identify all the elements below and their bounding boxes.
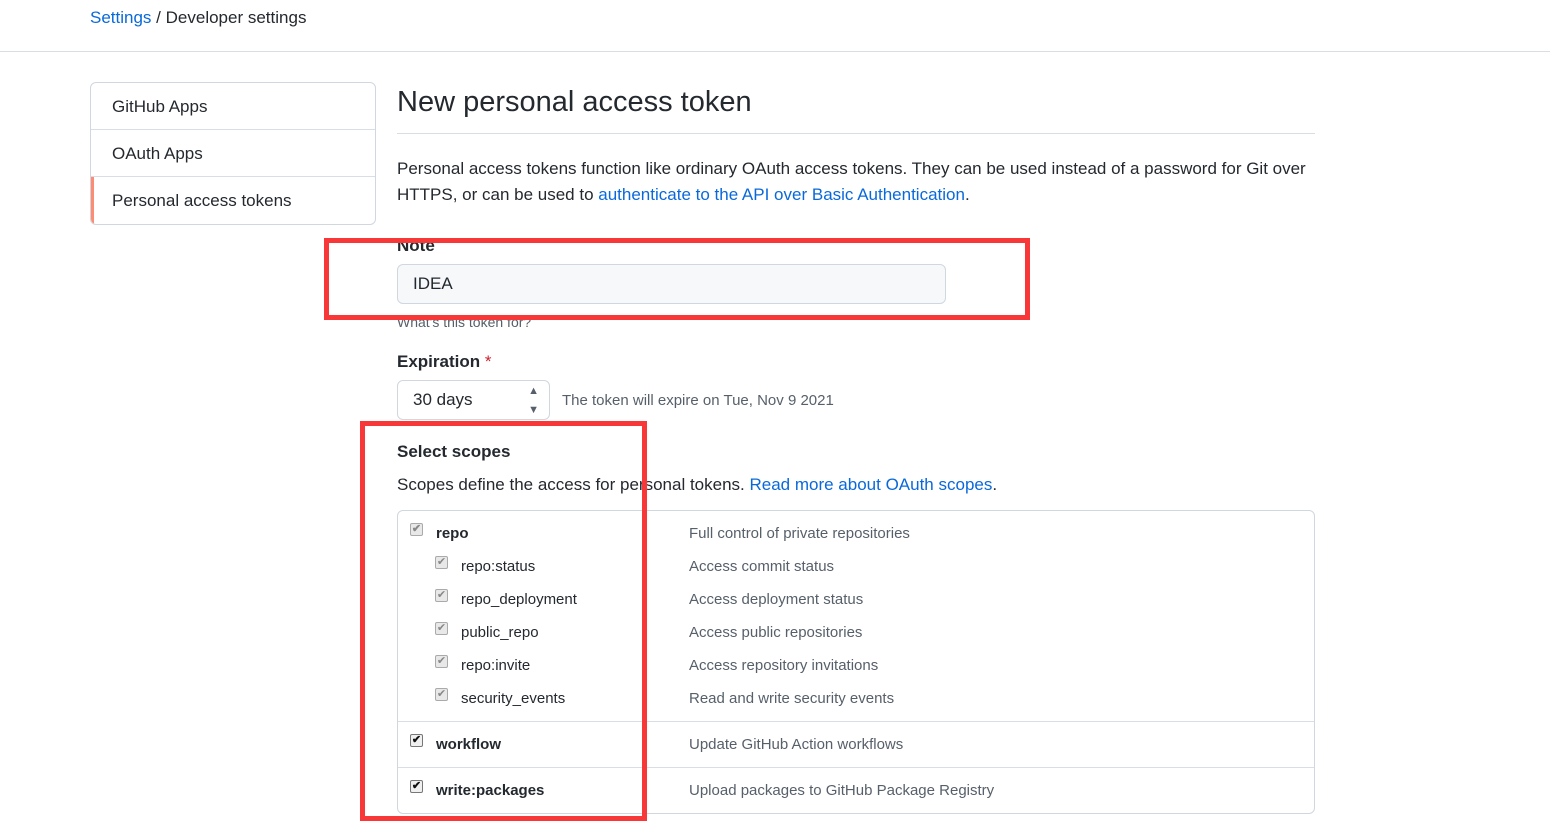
scope-desc: Access public repositories [689, 624, 863, 641]
page-title: New personal access token [397, 86, 1315, 134]
sidebar-item-oauth-apps[interactable]: OAuth Apps [91, 130, 375, 177]
breadcrumb-separator: / [156, 8, 161, 27]
scope-desc: Access deployment status [689, 591, 864, 608]
scope-desc: Upload packages to GitHub Package Regist… [689, 782, 995, 799]
sidebar-item-github-apps[interactable]: GitHub Apps [91, 83, 375, 130]
scope-desc: Read and write security events [689, 690, 895, 707]
scope-desc: Update GitHub Action workflows [689, 736, 904, 753]
scope-desc: Full control of private repositories [689, 525, 910, 542]
required-asterisk: * [484, 352, 492, 371]
expiration-info: The token will expire on Tue, Nov 9 2021 [562, 391, 834, 409]
expiration-selected: 30 days [413, 390, 473, 409]
expiration-label-text: Expiration [397, 352, 481, 371]
expiration-label: Expiration * [397, 352, 1315, 372]
scope-desc: Access repository invitations [689, 657, 879, 674]
page-description: Personal access tokens function like ord… [397, 156, 1315, 208]
desc-end: . [964, 185, 970, 204]
oauth-scopes-link[interactable]: Read more about OAuth scopes [749, 475, 992, 494]
breadcrumb-settings-link[interactable]: Settings [90, 8, 151, 27]
sidebar-item-personal-access-tokens[interactable]: Personal access tokens [91, 177, 375, 224]
annotation-box-scopes [360, 421, 647, 821]
annotation-box-note [324, 238, 1030, 320]
expiration-select[interactable]: 30 days ▲ ▼ [397, 380, 550, 420]
breadcrumb: Settings / Developer settings [0, 0, 1550, 52]
select-arrows-icon: ▲ ▼ [528, 385, 539, 416]
scope-desc: Access commit status [689, 558, 835, 575]
basic-auth-link[interactable]: authenticate to the API over Basic Authe… [598, 185, 965, 204]
sidebar: GitHub Apps OAuth Apps Personal access t… [90, 82, 376, 225]
breadcrumb-current: Developer settings [165, 8, 307, 27]
